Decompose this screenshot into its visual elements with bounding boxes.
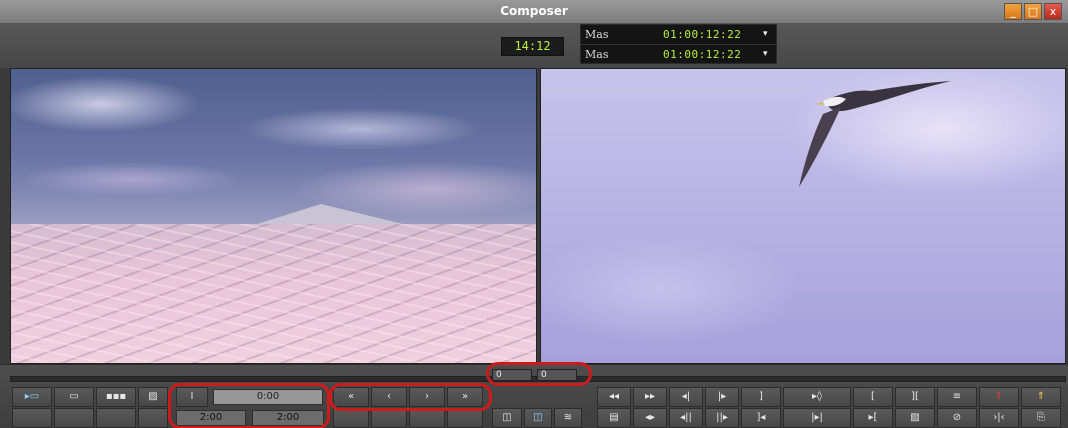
- list-icon[interactable]: ▤: [597, 408, 631, 428]
- snap-icon[interactable]: ›|‹: [979, 408, 1019, 428]
- go-to-out-icon[interactable]: ||▸: [705, 408, 739, 428]
- extract-icon[interactable]: ⇑: [1021, 387, 1061, 407]
- source-position-field[interactable]: 0: [492, 369, 532, 381]
- dropdown-arrow-icon[interactable]: ▾: [763, 25, 768, 44]
- window-titlebar: Composer _ □ x: [0, 0, 1068, 24]
- mark-in-icon[interactable]: [: [853, 387, 893, 407]
- transport-empty-button[interactable]: [333, 408, 369, 428]
- timecode-value: 01:00:12:22: [663, 48, 742, 61]
- timecode-panel: Mas 01:00:12:22 ▾ Mas 01:00:12:22 ▾: [580, 24, 778, 65]
- text-cursor-icon[interactable]: I: [176, 387, 208, 407]
- rewind-icon[interactable]: ◂◂: [597, 387, 631, 407]
- step-forward-icon[interactable]: |▸: [705, 387, 739, 407]
- duration-display[interactable]: 14:12: [501, 37, 564, 56]
- source-empty-button[interactable]: [12, 408, 52, 428]
- trim-out-icon[interactable]: ]◂: [741, 408, 781, 428]
- ice-field-image: [11, 224, 536, 363]
- trim-in-icon[interactable]: ▸[: [853, 408, 893, 428]
- transport-empty-button[interactable]: [371, 408, 407, 428]
- grid-icon[interactable]: ▪▪▪: [96, 387, 136, 407]
- mark-out-field[interactable]: 2:00: [252, 410, 324, 426]
- lift-icon[interactable]: ⇑: [979, 387, 1019, 407]
- record-monitor[interactable]: [540, 68, 1066, 364]
- track-label: Mas: [585, 48, 609, 61]
- control-bar: 0 0 ▸▭ ▭ ▪▪▪ ▨ I 0:00 2:00 2:00 « ‹ › » …: [0, 362, 1068, 428]
- source-empty-button[interactable]: [54, 408, 94, 428]
- mark-in-field[interactable]: 2:00: [176, 410, 246, 426]
- step-back-button[interactable]: ‹: [371, 387, 407, 407]
- play-in-out-icon[interactable]: ◂▸: [633, 408, 667, 428]
- step-back-icon[interactable]: ◂|: [669, 387, 703, 407]
- fast-forward-icon[interactable]: ▸▸: [633, 387, 667, 407]
- single-monitor-button[interactable]: ▭: [54, 387, 94, 407]
- play-icon[interactable]: |▸|: [783, 408, 851, 428]
- go-to-in-icon[interactable]: ◂||: [669, 408, 703, 428]
- rewind-button[interactable]: «: [333, 387, 369, 407]
- track-label: Mas: [585, 28, 609, 41]
- copy-icon[interactable]: ⎘: [1021, 408, 1061, 428]
- settings-icon[interactable]: ≋: [554, 408, 582, 428]
- mountain-image: [251, 204, 411, 226]
- play-loop-icon[interactable]: ▸◊: [783, 387, 851, 407]
- match-frame-button[interactable]: ▨: [138, 387, 168, 407]
- no-entry-icon[interactable]: ⊘: [937, 408, 977, 428]
- maximize-button[interactable]: □: [1024, 3, 1042, 20]
- source-empty-button[interactable]: [138, 408, 168, 428]
- timecode-row[interactable]: Mas 01:00:12:22 ▾: [581, 25, 778, 45]
- transport-empty-button[interactable]: [447, 408, 483, 428]
- split-view-icon[interactable]: ◫: [492, 408, 522, 428]
- source-empty-button[interactable]: [96, 408, 136, 428]
- close-button[interactable]: x: [1044, 3, 1062, 20]
- source-menu-button[interactable]: ▸▭: [12, 387, 52, 407]
- mark-clip-icon[interactable]: ][: [895, 387, 935, 407]
- minimize-button[interactable]: _: [1004, 3, 1022, 20]
- match-frame-icon[interactable]: ▨: [895, 408, 935, 428]
- source-monitor[interactable]: [10, 68, 537, 364]
- fast-forward-button[interactable]: »: [447, 387, 483, 407]
- position-field[interactable]: 0:00: [213, 389, 323, 405]
- timecode-value: 01:00:12:22: [663, 28, 742, 41]
- source-record-icon[interactable]: ◫: [524, 408, 552, 428]
- record-position-field[interactable]: 0: [537, 369, 577, 381]
- dropdown-arrow-icon[interactable]: ▾: [763, 45, 768, 64]
- clear-marks-icon[interactable]: ≡: [937, 387, 977, 407]
- composer-header: 14:12 Mas 01:00:12:22 ▾ Mas 01:00:12:22 …: [0, 24, 1068, 68]
- albatross-image: [799, 81, 951, 187]
- window-title: Composer: [500, 4, 568, 18]
- transport-empty-button[interactable]: [409, 408, 445, 428]
- step-forward-button[interactable]: ›: [409, 387, 445, 407]
- mark-out-icon[interactable]: ]: [741, 387, 781, 407]
- timecode-row[interactable]: Mas 01:00:12:22 ▾: [581, 45, 778, 65]
